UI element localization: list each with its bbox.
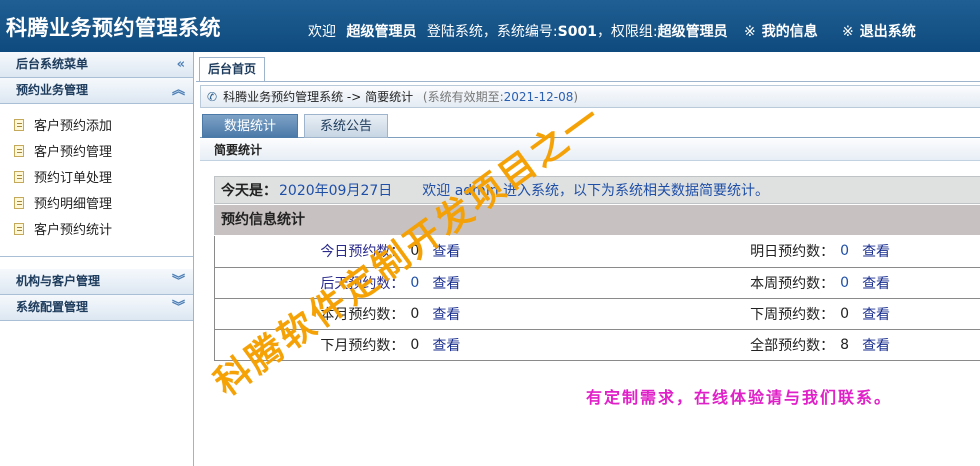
sidebar-item-order-processing[interactable]: 预约订单处理 — [0, 166, 193, 192]
stat-value: 0 — [840, 236, 863, 268]
collapse-left-icon[interactable]: « — [177, 52, 185, 77]
view-link[interactable]: 查看 — [432, 236, 645, 268]
document-icon — [14, 119, 24, 131]
phone-icon: ✆ — [207, 90, 218, 104]
tab-system-notice[interactable]: 系统公告 — [304, 114, 388, 138]
group-text: ，权限组: — [596, 24, 658, 40]
breadcrumb-text: 科腾业务预约管理系统 -> 简要统计 — [223, 90, 414, 104]
username: 超级管理员 — [346, 24, 417, 40]
document-icon — [14, 145, 24, 157]
sidebar-menu-title[interactable]: 后台系统菜单 « — [0, 52, 193, 78]
validity-prefix: (系统有效期至: — [422, 90, 504, 104]
view-link[interactable]: 查看 — [432, 329, 645, 361]
document-icon — [14, 223, 24, 235]
chevron-down-icon[interactable]: ︾ — [172, 269, 185, 294]
sidebar-item-manage-appointment[interactable]: 客户预约管理 — [0, 140, 193, 166]
today-date: 2020年09月27日 — [279, 183, 393, 199]
stat-value: 0 — [410, 329, 433, 361]
view-link[interactable]: 查看 — [862, 298, 980, 330]
sidebar-item-list: 客户预约添加 客户预约管理 预约订单处理 预约明细管理 客户预约统计 — [0, 104, 193, 257]
sidebar-item-label: 客户预约统计 — [34, 223, 113, 238]
view-link[interactable]: 查看 — [862, 236, 980, 268]
stat-value: 0 — [840, 298, 863, 330]
stat-value: 0 — [410, 298, 433, 330]
my-info-link[interactable]: ※ 我的信息 — [744, 21, 818, 41]
stat-value: 0 — [840, 267, 863, 299]
logout-label: 退出系统 — [859, 24, 916, 40]
sidebar-section-label: 机构与客户管理 — [16, 274, 101, 288]
chevron-down-icon[interactable]: ︾ — [172, 295, 185, 320]
logout-link[interactable]: ※ 退出系统 — [842, 21, 916, 41]
tab-home[interactable]: 后台首页 — [199, 57, 265, 82]
sidebar-section-label: 预约业务管理 — [16, 83, 89, 97]
sidebar-item-label: 预约订单处理 — [34, 171, 113, 186]
sidebar-item-appointment-stats[interactable]: 客户预约统计 — [0, 218, 193, 244]
validity-note: (系统有效期至:2021-12-08) — [423, 90, 578, 104]
sidebar-section-appointment[interactable]: 预约业务管理 ︽ — [0, 78, 193, 104]
sidebar-item-appointment-details[interactable]: 预约明细管理 — [0, 192, 193, 218]
stats-title: 预约信息统计 — [214, 205, 980, 235]
login-text: 登陆系统，系统编号: — [426, 24, 558, 40]
view-link[interactable]: 查看 — [432, 298, 645, 330]
sidebar-item-label: 客户预约管理 — [34, 145, 113, 160]
contact-note: 有定制需求，在线体验请与我们联系。 — [586, 388, 893, 407]
table-row: 今日预约数： 0 查看 明日预约数： 0 查看 — [214, 236, 980, 268]
user-info: 欢迎 超级管理员 登陆系统，系统编号:S001，权限组:超级管理员 — [308, 21, 728, 41]
asterisk-mark-icon: ※ — [744, 24, 756, 40]
asterisk-mark-icon: ※ — [842, 24, 854, 40]
stat-label: 本周预约数： — [644, 267, 841, 299]
view-link[interactable]: 查看 — [432, 267, 645, 299]
welcome-prefix: 欢迎 — [308, 24, 336, 40]
document-icon — [14, 197, 24, 209]
stat-label: 全部预约数： — [644, 329, 841, 361]
sidebar-section-label: 系统配置管理 — [16, 300, 89, 314]
top-header: 科腾业务预约管理系统 欢迎 超级管理员 登陆系统，系统编号:S001，权限组:超… — [0, 0, 980, 52]
view-link[interactable]: 查看 — [862, 329, 980, 361]
stat-value: 8 — [840, 329, 863, 361]
sidebar-item-add-appointment[interactable]: 客户预约添加 — [0, 114, 193, 140]
today-label: 今天是： — [221, 183, 277, 199]
stat-label: 下周预约数： — [644, 298, 841, 330]
tab-data-stats[interactable]: 数据统计 — [202, 114, 298, 138]
system-id: S001 — [557, 24, 597, 40]
view-link[interactable]: 查看 — [862, 267, 980, 299]
stat-label: 明日预约数： — [644, 236, 841, 268]
tab-divider — [196, 81, 980, 82]
sidebar-section-org-customer[interactable]: 机构与客户管理 ︾ — [0, 269, 193, 295]
sidebar-item-label: 预约明细管理 — [34, 197, 113, 212]
today-bar: 今天是： 2020年09月27日 欢迎 admin 进入系统，以下为系统相关数据简要… — [214, 176, 980, 204]
group-name: 超级管理员 — [657, 24, 728, 40]
sidebar-item-label: 客户预约添加 — [34, 119, 113, 134]
my-info-label: 我的信息 — [761, 24, 818, 40]
sidebar-menu-title-label: 后台系统菜单 — [16, 57, 89, 71]
document-icon — [14, 171, 24, 183]
sidebar: 后台系统菜单 « 预约业务管理 ︽ 客户预约添加 客户预约管理 预约订单处理 预… — [0, 52, 194, 466]
sidebar-section-system-config[interactable]: 系统配置管理 ︾ — [0, 295, 193, 321]
chevron-up-icon[interactable]: ︽ — [172, 78, 185, 103]
app-title: 科腾业务预约管理系统 — [6, 16, 221, 40]
